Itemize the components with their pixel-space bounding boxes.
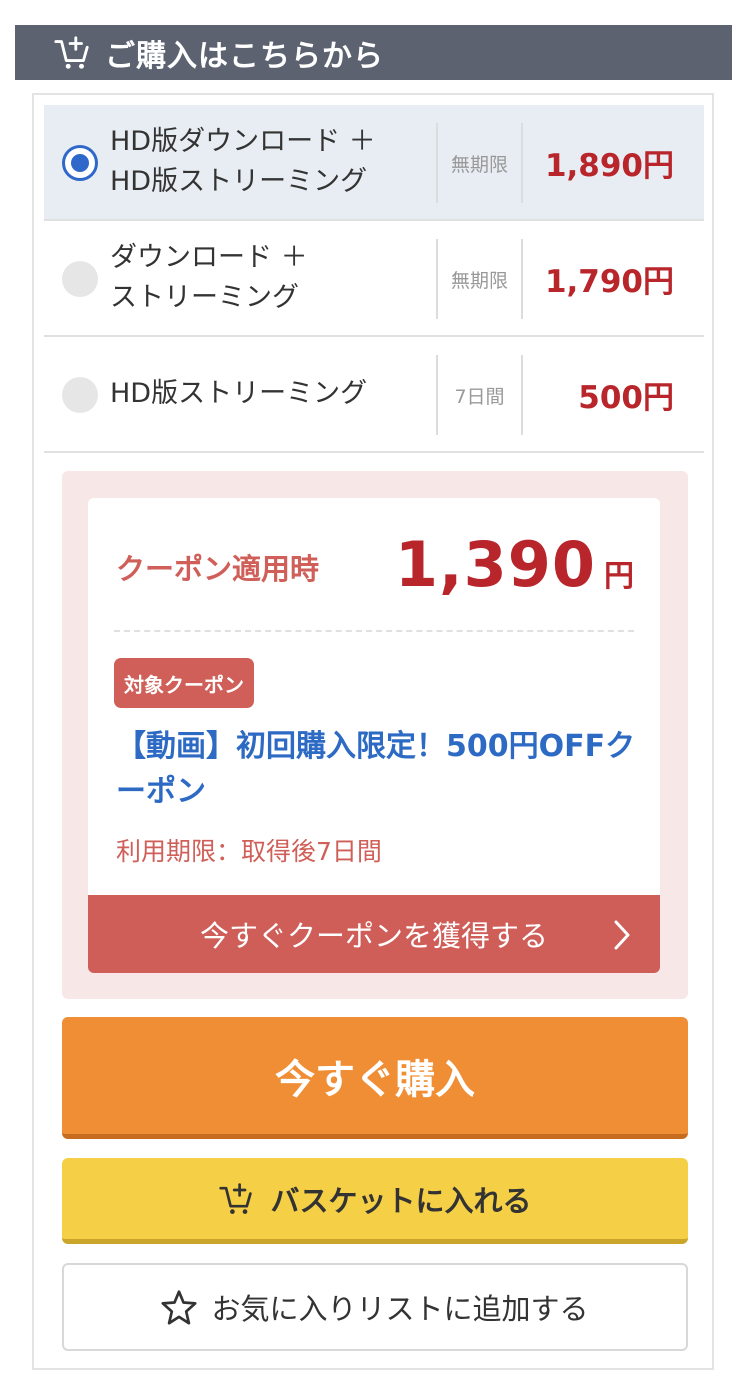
option-download-streaming[interactable]: ダウンロード ＋ ストリーミング 無期限 1,790円 <box>44 221 704 337</box>
radio-unselected[interactable] <box>62 377 98 413</box>
option-price: 1,790円 <box>544 263 674 300</box>
star-outline-icon <box>161 1290 198 1325</box>
option-period: 無期限 <box>436 239 523 319</box>
coupon-price: 1,390 円 <box>395 528 634 601</box>
coupon-name-link[interactable]: 【動画】初回購入限定！500円OFFクーポン <box>116 724 636 814</box>
add-to-favorites-button[interactable]: お気に入りリストに追加する <box>62 1263 688 1351</box>
option-price: 500円 <box>578 379 674 416</box>
option-period: 無期限 <box>436 123 523 203</box>
buy-now-button[interactable]: 今すぐ購入 <box>62 1017 688 1139</box>
option-label: HD版ダウンロード ＋ HD版ストリーミング <box>110 126 376 197</box>
purchase-panel: HD版ダウンロード ＋ HD版ストリーミング 無期限 1,890円 ダウンロード… <box>32 93 714 1370</box>
option-price: 1,890円 <box>544 147 674 184</box>
cart-add-icon <box>54 35 89 69</box>
coupon-applied-label: クーポン適用時 <box>116 552 320 586</box>
radio-selected[interactable] <box>62 145 98 181</box>
option-label: ダウンロード ＋ ストリーミング <box>110 242 308 313</box>
buy-now-label: 今すぐ購入 <box>275 1056 475 1103</box>
option-label: HD版ストリーミング <box>110 378 368 409</box>
header-title: ご購入はこちらから <box>105 38 384 74</box>
divider <box>114 630 634 632</box>
get-coupon-label: 今すぐクーポンを獲得する <box>199 919 548 953</box>
get-coupon-button[interactable]: 今すぐクーポンを獲得する <box>88 895 660 973</box>
coupon-card: クーポン適用時 1,390 円 対象クーポン 【動画】初回購入限定！500円OF… <box>88 498 660 973</box>
purchase-header: ご購入はこちらから <box>15 25 732 80</box>
add-to-basket-button[interactable]: バスケットに入れる <box>62 1158 688 1244</box>
radio-unselected[interactable] <box>62 261 98 297</box>
purchase-options: HD版ダウンロード ＋ HD版ストリーミング 無期限 1,890円 ダウンロード… <box>44 105 704 453</box>
add-to-basket-label: バスケットに入れる <box>270 1183 532 1218</box>
option-period: 7日間 <box>436 355 523 435</box>
coupon-price-unit: 円 <box>604 559 634 594</box>
coupon-section: クーポン適用時 1,390 円 対象クーポン 【動画】初回購入限定！500円OF… <box>62 471 688 999</box>
coupon-price-value: 1,390 <box>394 528 596 601</box>
coupon-expire: 利用期限：取得後7日間 <box>116 837 382 866</box>
option-hd-download-streaming[interactable]: HD版ダウンロード ＋ HD版ストリーミング 無期限 1,890円 <box>44 105 704 221</box>
add-to-favorites-label: お気に入りリストに追加する <box>211 1292 589 1326</box>
option-hd-streaming[interactable]: HD版ストリーミング 7日間 500円 <box>44 337 704 453</box>
coupon-badge: 対象クーポン <box>114 658 254 708</box>
cart-add-icon <box>219 1182 253 1214</box>
chevron-right-icon <box>614 920 630 950</box>
